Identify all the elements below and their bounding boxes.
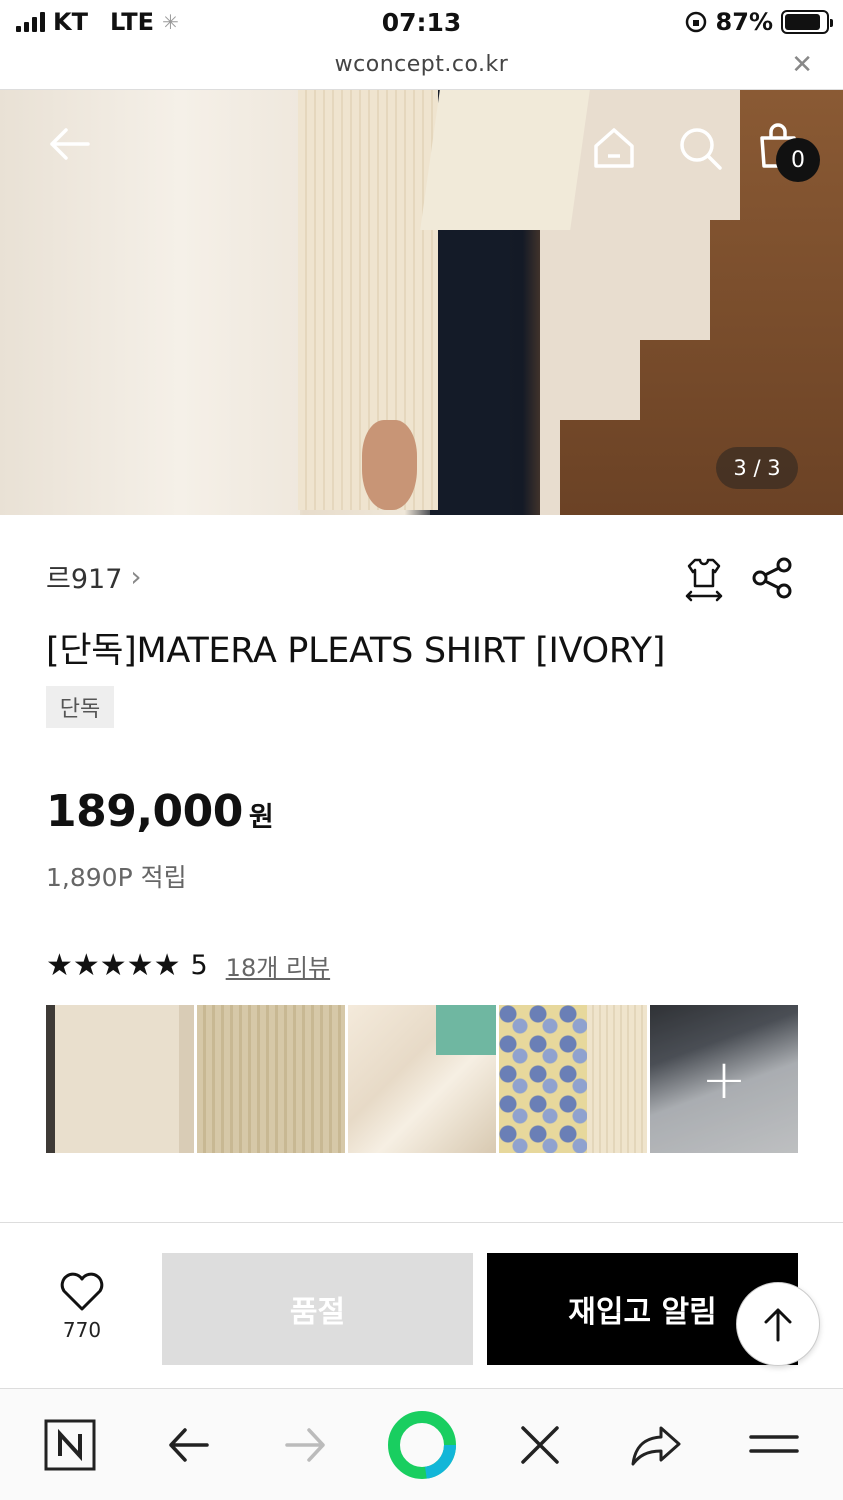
scroll-to-top-button[interactable] — [736, 1282, 820, 1366]
url-text[interactable]: wconcept.co.kr — [0, 52, 843, 77]
battery-fill — [785, 14, 820, 30]
rating-score: 5 — [190, 950, 208, 981]
browser-bottom-bar — [0, 1388, 843, 1500]
review-photo[interactable] — [348, 1005, 496, 1153]
forward-icon[interactable] — [278, 1417, 334, 1473]
divider — [0, 1222, 843, 1223]
star-rating-icon: ★★★★★ — [46, 948, 181, 983]
image-hand — [362, 420, 417, 510]
like-button[interactable]: 770 — [46, 1272, 118, 1342]
price-unit: 원 — [248, 802, 274, 833]
search-icon[interactable] — [674, 122, 726, 174]
image-skirt — [430, 200, 510, 515]
green-circle-icon[interactable] — [388, 1411, 456, 1479]
status-right: 87% — [684, 8, 833, 36]
back-icon[interactable] — [160, 1417, 216, 1473]
image-sleeve — [420, 90, 590, 230]
status-bar: KT LTE ✳ 07:13 87% — [0, 0, 843, 46]
price-amount: 189,000 — [46, 786, 243, 837]
battery-percent: 87% — [715, 8, 773, 36]
heart-icon — [60, 1272, 104, 1311]
brand-name: 르917 — [46, 564, 123, 595]
chevron-right-icon: › — [130, 560, 142, 593]
back-arrow-icon[interactable] — [42, 118, 94, 170]
review-count-link[interactable]: 18개 리뷰 — [226, 948, 330, 983]
plus-icon: + — [650, 1005, 798, 1153]
menu-icon[interactable] — [746, 1417, 802, 1473]
close-tab-icon[interactable]: ✕ — [791, 50, 813, 80]
review-photo[interactable] — [499, 1005, 647, 1153]
review-photo[interactable] — [197, 1005, 345, 1153]
arrow-up-icon — [764, 1308, 792, 1342]
share-icon[interactable] — [750, 556, 794, 600]
close-icon[interactable] — [512, 1417, 568, 1473]
review-photo-more[interactable]: + — [650, 1005, 798, 1153]
review-photo[interactable] — [46, 1005, 194, 1153]
image-pager: 3 / 3 — [716, 447, 798, 489]
exclusive-tag: 단독 — [46, 686, 114, 728]
reward-points: 1,890P 적립 — [46, 863, 187, 892]
product-title: [단독]MATERA PLEATS SHIRT [IVORY] — [46, 631, 666, 671]
browser-url-bar: wconcept.co.kr ✕ — [0, 46, 843, 90]
image-step — [540, 220, 710, 340]
soldout-button: 품절 — [162, 1253, 473, 1365]
size-guide-icon[interactable] — [680, 555, 728, 603]
like-count: 770 — [62, 1318, 102, 1342]
product-price: 189,000 원 — [46, 786, 274, 837]
image-step — [540, 420, 560, 515]
rating-summary: ★★★★★ 5 18개 리뷰 — [46, 948, 330, 983]
battery-icon — [781, 10, 833, 34]
home-icon[interactable] — [588, 122, 640, 174]
cart-count-badge[interactable]: 0 — [776, 138, 820, 182]
rotation-lock-icon — [685, 11, 706, 33]
brand-link[interactable]: 르917 › — [46, 557, 142, 596]
image-step — [540, 340, 640, 420]
naver-icon[interactable] — [42, 1417, 98, 1473]
review-photo-strip: + — [46, 1005, 798, 1153]
share-arrow-icon[interactable] — [628, 1417, 684, 1473]
